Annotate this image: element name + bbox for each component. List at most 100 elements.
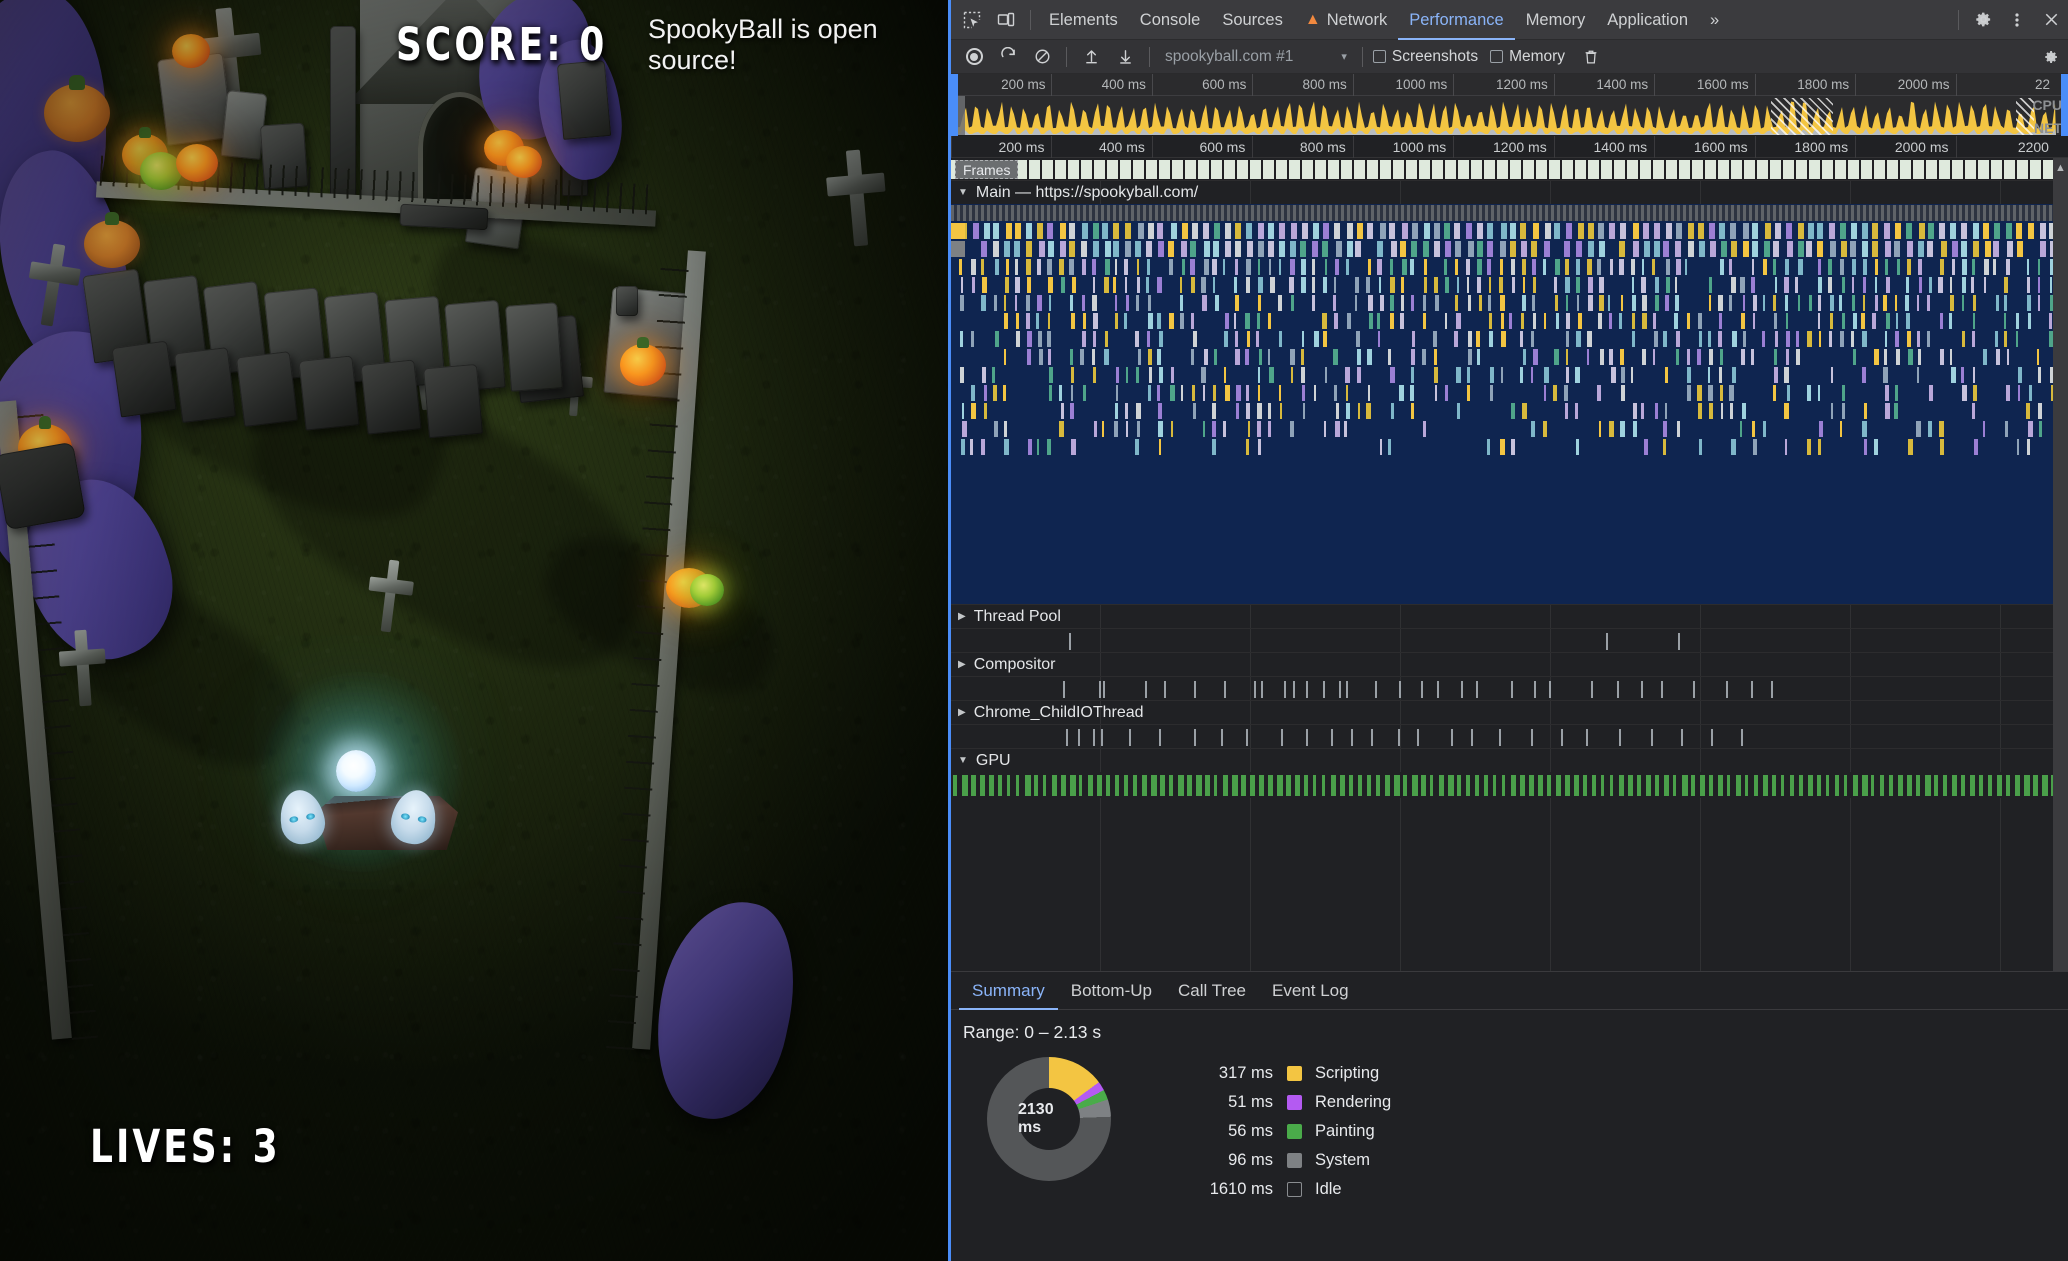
flame-bar[interactable]	[1499, 277, 1504, 293]
gpu-task-bar[interactable]	[1781, 775, 1785, 796]
flame-bar[interactable]	[1718, 313, 1722, 329]
gpu-track[interactable]	[951, 772, 2068, 798]
flame-bar[interactable]	[1179, 295, 1183, 311]
flame-bar[interactable]	[1256, 331, 1260, 347]
gpu-task-bar[interactable]	[1088, 775, 1093, 796]
flame-bar[interactable]	[1609, 349, 1614, 365]
flame-bar[interactable]	[960, 277, 963, 293]
flame-bar[interactable]	[1346, 241, 1353, 257]
flame-bar[interactable]	[1531, 331, 1535, 347]
flame-bar[interactable]	[1058, 421, 1064, 437]
event-marker[interactable]	[1306, 681, 1308, 698]
flame-bar[interactable]	[1377, 259, 1382, 275]
more-options-icon[interactable]	[2000, 4, 2034, 36]
gpu-task-bar[interactable]	[1736, 775, 1742, 796]
flame-bar[interactable]	[1191, 313, 1194, 329]
screenshots-checkbox[interactable]: Screenshots	[1370, 48, 1487, 66]
flame-bar[interactable]	[1004, 313, 1009, 329]
flame-bar[interactable]	[1565, 403, 1568, 419]
flame-bar[interactable]	[1355, 241, 1362, 257]
flame-bar[interactable]	[1378, 331, 1381, 347]
flame-bar[interactable]	[1619, 313, 1622, 329]
flame-bar[interactable]	[1808, 295, 1812, 311]
gpu-task-bar[interactable]	[1142, 775, 1148, 796]
event-marker[interactable]	[1371, 729, 1373, 746]
flame-bar[interactable]	[1070, 385, 1073, 401]
flame-bar[interactable]	[1080, 349, 1084, 365]
gpu-task-bar[interactable]	[989, 775, 994, 796]
flame-bar[interactable]	[1388, 349, 1392, 365]
flame-bar[interactable]	[2004, 421, 2008, 437]
flame-bar[interactable]	[1708, 331, 1711, 347]
flame-bar[interactable]	[1245, 313, 1251, 329]
flame-bar[interactable]	[1907, 259, 1911, 275]
flame-bar[interactable]	[1918, 223, 1925, 239]
event-marker[interactable]	[1606, 633, 1608, 650]
flame-bar[interactable]	[1465, 259, 1470, 275]
flame-bar[interactable]	[1500, 331, 1506, 347]
flame-bar[interactable]	[1751, 421, 1755, 437]
flame-bar[interactable]	[1335, 241, 1342, 257]
flame-bar[interactable]	[1092, 259, 1096, 275]
gpu-task-bar[interactable]	[1151, 775, 1157, 796]
flame-bar[interactable]	[1995, 349, 2000, 365]
flame-bar[interactable]	[1489, 313, 1493, 329]
flame-bar[interactable]	[1608, 223, 1615, 239]
flame-bar[interactable]	[1962, 385, 1967, 401]
gpu-task-bar[interactable]	[1061, 775, 1066, 796]
flame-bar[interactable]	[959, 259, 963, 275]
flame-bar[interactable]	[1190, 259, 1195, 275]
flame-bar[interactable]	[1764, 223, 1771, 239]
flame-bar[interactable]	[1895, 223, 1902, 239]
flame-bar[interactable]	[1379, 223, 1386, 239]
flame-bar[interactable]	[1852, 313, 1858, 329]
flame-bar[interactable]	[1071, 439, 1077, 455]
flame-bar[interactable]	[1982, 421, 1986, 437]
flame-bar[interactable]	[1817, 313, 1820, 329]
flame-bar[interactable]	[1773, 259, 1776, 275]
flame-bar[interactable]	[1005, 277, 1010, 293]
flame-bar[interactable]	[1565, 367, 1569, 383]
flame-bar[interactable]	[1818, 421, 1824, 437]
flame-bar[interactable]	[1047, 439, 1052, 455]
flame-bar[interactable]	[2027, 277, 2030, 293]
flame-bar[interactable]	[1632, 331, 1636, 347]
flame-bar[interactable]	[1555, 295, 1559, 311]
flame-bar[interactable]	[1257, 277, 1263, 293]
flame-bar[interactable]	[1883, 295, 1887, 311]
flame-bar[interactable]	[1675, 259, 1681, 275]
flame-bar[interactable]	[1454, 223, 1461, 239]
gpu-task-bar[interactable]	[1754, 775, 1759, 796]
flame-bar[interactable]	[1192, 403, 1196, 419]
flame-bar[interactable]	[2027, 439, 2030, 455]
event-marker[interactable]	[1323, 681, 1325, 698]
flame-bar[interactable]	[1302, 331, 1305, 347]
gpu-task-bar[interactable]	[1709, 775, 1713, 796]
flame-bar[interactable]	[1070, 403, 1074, 419]
flame-bar[interactable]	[1619, 241, 1626, 257]
flame-bar[interactable]	[1212, 259, 1217, 275]
flame-bar[interactable]	[1960, 223, 1967, 239]
flame-bar[interactable]	[1619, 421, 1625, 437]
flame-bar[interactable]	[1698, 331, 1703, 347]
gpu-task-bar[interactable]	[1583, 775, 1588, 796]
flame-bar[interactable]	[1257, 421, 1261, 437]
gpu-task-bar[interactable]	[1691, 775, 1695, 796]
flame-bar[interactable]	[1267, 313, 1271, 329]
flame-bar[interactable]	[1278, 241, 1285, 257]
flame-bar[interactable]	[1124, 241, 1131, 257]
flame-bar[interactable]	[1302, 385, 1306, 401]
flame-bar[interactable]	[1355, 277, 1359, 293]
flame-bar[interactable]	[2028, 421, 2034, 437]
flame-bar[interactable]	[1917, 259, 1922, 275]
gpu-task-bar[interactable]	[1808, 775, 1813, 796]
flame-bar[interactable]	[1455, 295, 1458, 311]
gpu-task-bar[interactable]	[2006, 775, 2010, 796]
flame-bar[interactable]	[1972, 313, 1976, 329]
gpu-task-bar[interactable]	[1862, 775, 1868, 796]
gpu-task-bar[interactable]	[1439, 775, 1444, 796]
flame-bar[interactable]	[972, 223, 979, 239]
flame-bar[interactable]	[1091, 349, 1095, 365]
event-marker[interactable]	[1771, 681, 1773, 698]
flame-bar[interactable]	[1972, 241, 1979, 257]
